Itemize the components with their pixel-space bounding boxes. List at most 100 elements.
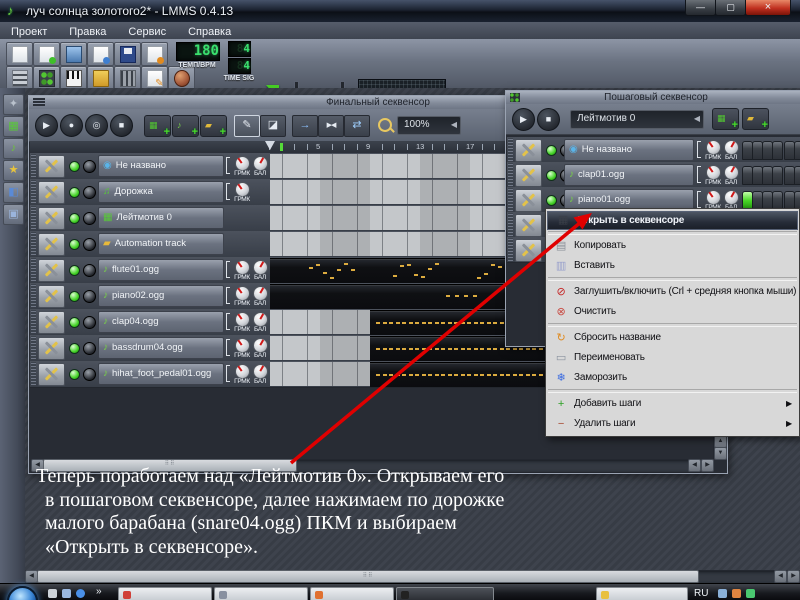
pattern-cell[interactable] xyxy=(370,232,383,256)
sidebar-home-button[interactable]: ★ xyxy=(3,160,24,181)
track-grip[interactable] xyxy=(508,163,513,186)
pattern-cell[interactable] xyxy=(432,232,446,256)
song-hscroll-leftstep-button[interactable]: ◀ xyxy=(688,459,701,472)
pattern-cell[interactable] xyxy=(482,154,496,178)
menubar-item-3[interactable]: Сервис xyxy=(117,24,177,38)
sidebar-computer-button[interactable]: ◧ xyxy=(3,182,24,203)
pattern-cell[interactable] xyxy=(270,206,283,230)
track-actions-button[interactable] xyxy=(38,363,65,386)
track-actions-button[interactable] xyxy=(38,311,65,334)
pattern-cell[interactable] xyxy=(345,154,358,178)
track-solo-knob[interactable] xyxy=(83,160,96,173)
track-actions-button[interactable] xyxy=(38,181,65,204)
pattern-cell[interactable] xyxy=(420,154,433,178)
pattern-cell[interactable] xyxy=(370,154,383,178)
tray-icon[interactable] xyxy=(718,589,727,598)
pattern-cell[interactable] xyxy=(270,180,283,204)
track-mute-led[interactable] xyxy=(69,239,80,250)
pattern-cell[interactable] xyxy=(407,232,421,256)
pattern-cell[interactable] xyxy=(320,310,333,334)
draw-mode-button[interactable]: ✎ xyxy=(234,115,260,137)
pattern-cell[interactable] xyxy=(295,362,308,386)
pattern-cell[interactable] xyxy=(307,362,321,386)
pattern-cell[interactable] xyxy=(332,362,346,386)
add-automation-track-button[interactable]: ▰ + xyxy=(200,115,227,138)
step-cell[interactable] xyxy=(794,141,800,160)
volume-knob[interactable] xyxy=(235,312,250,327)
pattern-cell[interactable] xyxy=(407,180,421,204)
behaviour-button[interactable]: → xyxy=(292,115,318,137)
pattern-cell[interactable] xyxy=(345,362,358,386)
pattern-cell[interactable] xyxy=(432,206,446,230)
step-cell[interactable] xyxy=(794,166,800,185)
pattern-cell[interactable] xyxy=(320,154,333,178)
track-name-plate[interactable]: ♪ clap04.ogg xyxy=(98,311,224,333)
volume-knob[interactable] xyxy=(706,190,721,205)
quicklaunch-icon[interactable] xyxy=(48,589,57,598)
pattern-cell[interactable] xyxy=(470,154,483,178)
scroll-mode-button[interactable]: ⇄ xyxy=(344,115,370,137)
pattern-cell[interactable] xyxy=(320,336,333,360)
pattern-cell[interactable] xyxy=(395,232,408,256)
context-menu-item[interactable]: ❄ Заморозить xyxy=(546,368,799,388)
volume-knob[interactable] xyxy=(235,182,250,197)
pattern-cell[interactable] xyxy=(332,232,346,256)
pattern-cell[interactable] xyxy=(420,206,433,230)
pattern-cell[interactable] xyxy=(307,206,321,230)
track-name-plate[interactable]: ♪ hihat_foot_pedal01.ogg xyxy=(98,363,224,385)
pattern-cell[interactable] xyxy=(320,232,333,256)
track-grip[interactable] xyxy=(508,213,513,236)
track-actions-button[interactable] xyxy=(38,337,65,360)
track-grip[interactable] xyxy=(508,138,513,161)
balance-knob[interactable] xyxy=(253,364,268,379)
pattern-cell[interactable] xyxy=(482,180,496,204)
pattern-cell[interactable] xyxy=(270,154,283,178)
stop-button[interactable]: ■ xyxy=(110,114,133,137)
close-button[interactable]: × xyxy=(745,0,791,16)
pattern-cell[interactable] xyxy=(345,310,358,334)
pattern-selector[interactable]: Лейтмотив 0 ◀ xyxy=(570,110,704,129)
taskbar-window-button[interactable] xyxy=(118,587,212,600)
workspace-hscroll-right-button[interactable]: ▶ xyxy=(787,570,800,583)
pattern-cell[interactable] xyxy=(332,206,346,230)
track-solo-knob[interactable] xyxy=(83,342,96,355)
new-project-button[interactable] xyxy=(6,42,33,66)
export-project-button[interactable] xyxy=(141,42,168,66)
track-name-plate[interactable]: ◉ Не названо xyxy=(98,155,224,177)
zoom-select[interactable]: 100% ◀ xyxy=(397,116,461,135)
maximize-button[interactable]: ▢ xyxy=(715,0,746,16)
track-grip[interactable] xyxy=(31,362,36,385)
pattern-cell[interactable] xyxy=(370,180,383,204)
volume-knob[interactable] xyxy=(235,338,250,353)
context-menu-item[interactable]: ⊗ Очистить xyxy=(546,302,799,322)
track-grip[interactable] xyxy=(31,232,36,255)
balance-knob[interactable] xyxy=(253,312,268,327)
pattern-cell[interactable] xyxy=(457,232,471,256)
pattern-cell[interactable] xyxy=(445,206,458,230)
volume-knob[interactable] xyxy=(235,156,250,171)
volume-knob[interactable] xyxy=(706,165,721,180)
track-actions-button[interactable] xyxy=(38,155,65,178)
pattern-cell[interactable] xyxy=(420,232,433,256)
track-solo-knob[interactable] xyxy=(83,186,96,199)
pattern-cell[interactable] xyxy=(432,154,446,178)
pattern-cell[interactable] xyxy=(345,180,358,204)
start-button[interactable] xyxy=(7,586,38,600)
context-menu-item[interactable]: ⊘ Заглушить/включить (Crl + средняя кнопк… xyxy=(546,282,799,302)
pattern-cell[interactable] xyxy=(270,310,283,334)
project-notes-button[interactable] xyxy=(141,66,168,90)
pattern-cell[interactable] xyxy=(470,232,483,256)
tempo-lcd[interactable]: 180 xyxy=(176,42,220,61)
track-mute-led[interactable] xyxy=(69,369,80,380)
pattern-cell[interactable] xyxy=(295,232,308,256)
context-menu-item[interactable]: ▤ Копировать xyxy=(546,236,799,256)
pattern-cell[interactable] xyxy=(320,362,333,386)
pattern-cell[interactable] xyxy=(307,154,321,178)
pattern-cell[interactable] xyxy=(457,154,471,178)
context-menu-item[interactable]: + Добавить шаги ▶ xyxy=(546,394,799,414)
track-actions-button[interactable] xyxy=(38,233,65,256)
pattern-cell[interactable] xyxy=(407,206,421,230)
track-mute-led[interactable] xyxy=(546,195,557,206)
track-actions-button[interactable] xyxy=(38,207,65,230)
pattern-cell[interactable] xyxy=(307,180,321,204)
